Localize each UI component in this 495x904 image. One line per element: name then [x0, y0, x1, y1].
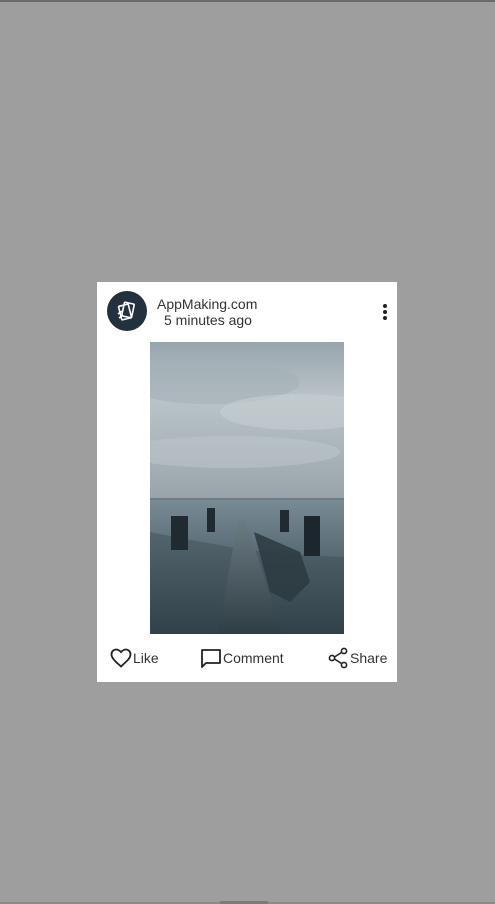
avatar[interactable] [107, 291, 147, 331]
comment-button[interactable]: Comment [200, 646, 284, 670]
comment-icon [201, 649, 221, 668]
post-time: 5 minutes ago [164, 312, 252, 328]
more-options-button[interactable] [373, 300, 397, 324]
author-name[interactable]: AppMaking.com [157, 296, 257, 312]
pier-photo [150, 342, 344, 634]
like-label: Like [133, 650, 159, 666]
share-icon [328, 647, 348, 669]
heart-icon [110, 648, 132, 668]
share-button[interactable]: Share [327, 646, 387, 670]
app-logo-icon [117, 301, 135, 321]
comment-label: Comment [223, 650, 284, 666]
like-button[interactable]: Like [110, 646, 159, 670]
share-label: Share [350, 650, 388, 666]
top-edge [0, 0, 495, 2]
post-card: AppMaking.com 5 minutes ago Like Comment… [97, 282, 397, 682]
screen-backdrop: AppMaking.com 5 minutes ago Like Comment… [0, 0, 495, 904]
post-image[interactable] [150, 342, 344, 634]
action-bar: Like Comment Share [97, 646, 397, 670]
more-vertical-icon [383, 304, 387, 320]
